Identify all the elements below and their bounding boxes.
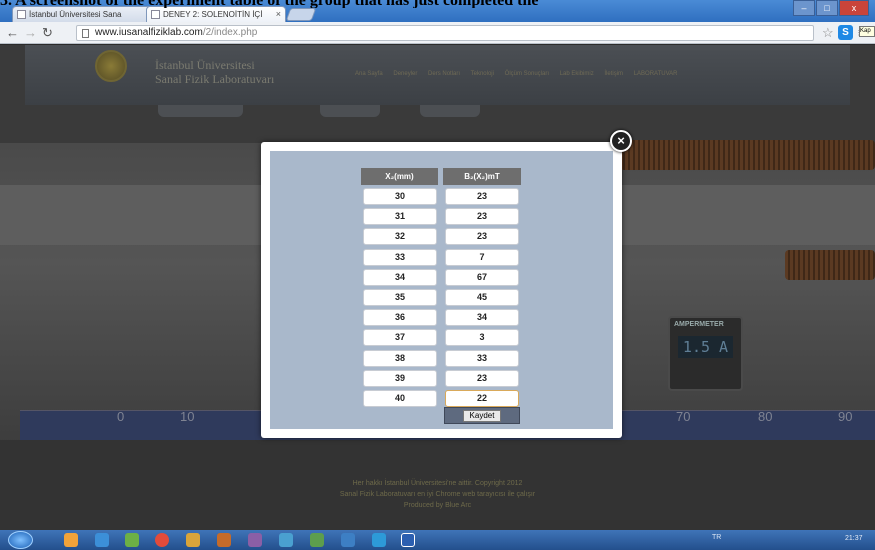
tab-label: İstanbul Üniversitesi Sana [29, 10, 122, 19]
ie-icon[interactable] [95, 533, 109, 547]
table-cell-x: 37 [363, 329, 437, 346]
address-bar[interactable]: www.iusanalfiziklab.com/2/index.php [76, 25, 814, 41]
site-nav-item[interactable]: Ana Sayfa [355, 71, 383, 77]
site-title-line1: İstanbul Üniversitesi [155, 58, 255, 72]
site-nav-item[interactable]: LABORATUVAR [634, 71, 678, 77]
back-icon[interactable]: ← [6, 25, 19, 41]
solenoid-coil [785, 250, 875, 280]
skype-extension-icon[interactable]: S [838, 25, 853, 40]
address-host: www.iusanalfiziklab.com [95, 27, 203, 38]
table-cell-x: 38 [363, 350, 437, 367]
table-cell-x: 32 [363, 228, 437, 245]
table-cell-b-input[interactable]: 22 [445, 390, 519, 407]
subnav-tab[interactable] [158, 105, 243, 117]
browser-tab-university[interactable]: İstanbul Üniversitesi Sana × [12, 6, 162, 22]
site-nav-item[interactable]: Lab Ekibimiz [560, 71, 594, 77]
table-cell-b-input[interactable]: 45 [445, 289, 519, 306]
table-cell-x: 31 [363, 208, 437, 225]
site-nav: Ana Sayfa Deneyler Ders Notları Teknoloj… [355, 71, 687, 77]
subnav-tab[interactable] [320, 105, 380, 117]
reload-icon[interactable]: ↻ [42, 25, 53, 41]
table-cell-b-input[interactable]: 23 [445, 228, 519, 245]
clock: 21:37 [845, 535, 863, 542]
dialog-panel [270, 151, 613, 429]
university-logo [95, 50, 127, 82]
browser-tab-experiment[interactable]: DENEY 2: SOLENOİTİN İÇİ × [146, 6, 286, 22]
subnav-tab[interactable] [420, 105, 480, 117]
site-nav-item[interactable]: İletişim [604, 71, 623, 77]
app-icon[interactable] [341, 533, 355, 547]
table-cell-b-input[interactable]: 33 [445, 350, 519, 367]
page-icon [82, 29, 89, 38]
table-cell-x: 35 [363, 289, 437, 306]
table-cell-x: 36 [363, 309, 437, 326]
site-nav-item[interactable]: Deneyler [393, 71, 417, 77]
table-cell-b-input[interactable]: 23 [445, 208, 519, 225]
table-cell-b-input[interactable]: 67 [445, 269, 519, 286]
app-icon[interactable] [217, 533, 231, 547]
skype-icon[interactable] [372, 533, 386, 547]
table-cell-b-input[interactable]: 3 [445, 329, 519, 346]
ammeter-display: 1.5 A [678, 336, 733, 358]
windows-taskbar: TR 21:37 [0, 530, 875, 550]
tooltip: Kap [859, 26, 875, 37]
ruler-tick-label: 0 [117, 409, 125, 424]
column-header-b: B₂(X₂)mT [443, 168, 521, 185]
table-cell-b-input[interactable]: 23 [445, 188, 519, 205]
page-icon [17, 10, 26, 19]
table-cell-x: 39 [363, 370, 437, 387]
bookmark-star-icon[interactable]: ☆ [822, 25, 834, 41]
tab-close-icon[interactable]: × [276, 9, 281, 19]
system-tray[interactable]: TR [712, 534, 721, 541]
new-tab-button[interactable] [285, 8, 317, 21]
app-icon[interactable] [248, 533, 262, 547]
site-nav-item[interactable]: Teknoloji [471, 71, 494, 77]
table-cell-b-input[interactable]: 23 [445, 370, 519, 387]
save-button-container: Kaydet [444, 407, 520, 424]
page-icon [151, 10, 160, 19]
table-cell-x: 40 [363, 390, 437, 407]
solenoid-coil [620, 140, 875, 170]
table-cell-b-input[interactable]: 7 [445, 249, 519, 266]
explorer-icon[interactable] [64, 533, 78, 547]
table-cell-x: 34 [363, 269, 437, 286]
ruler-tick-label: 70 [676, 409, 691, 424]
measurement-table-dialog [261, 142, 622, 438]
site-title-line2: Sanal Fizik Laboratuvarı [155, 72, 275, 86]
start-button[interactable] [8, 531, 33, 549]
site-footer: Her hakkı İstanbul Üniversitesi'ne aitti… [0, 478, 875, 511]
app-icon[interactable] [310, 533, 324, 547]
save-button[interactable]: Kaydet [463, 410, 501, 422]
site-title: İstanbul Üniversitesi Sanal Fizik Labora… [155, 58, 274, 86]
ammeter-label: AMPERMETER [674, 321, 724, 328]
browser-toolbar: ← → ↻ www.iusanalfiziklab.com/2/index.ph… [0, 22, 875, 44]
word-icon[interactable] [401, 533, 415, 547]
footer-copyright: Her hakkı İstanbul Üniversitesi'ne aitti… [352, 480, 523, 487]
table-cell-x: 33 [363, 249, 437, 266]
close-icon[interactable]: × [610, 130, 632, 152]
tab-label: DENEY 2: SOLENOİTİN İÇİ [163, 10, 263, 19]
table-cell-b-input[interactable]: 34 [445, 309, 519, 326]
ammeter: AMPERMETER 1.5 A [668, 316, 743, 391]
chrome-icon[interactable] [155, 533, 169, 547]
footer-browser-note: Sanal Fizik Laboratuvarı en iyi Chrome w… [339, 491, 536, 498]
column-header-x: X₂(mm) [361, 168, 438, 185]
ruler-tick-label: 80 [758, 409, 773, 424]
ruler-tick-label: 90 [838, 409, 853, 424]
site-nav-item[interactable]: Ders Notları [428, 71, 460, 77]
address-path: /2/index.php [202, 27, 258, 38]
site-nav-item[interactable]: Ölçüm Sonuçları [505, 71, 549, 77]
app-icon[interactable] [186, 533, 200, 547]
table-cell-x: 30 [363, 188, 437, 205]
footer-producer: Produced by Blue Arc [403, 502, 472, 509]
document-caption: 3. A screenshot of the experiment table … [0, 0, 875, 8]
ruler-tick-label: 10 [180, 409, 195, 424]
app-icon[interactable] [279, 533, 293, 547]
app-icon[interactable] [125, 533, 139, 547]
forward-icon[interactable]: → [24, 25, 37, 41]
